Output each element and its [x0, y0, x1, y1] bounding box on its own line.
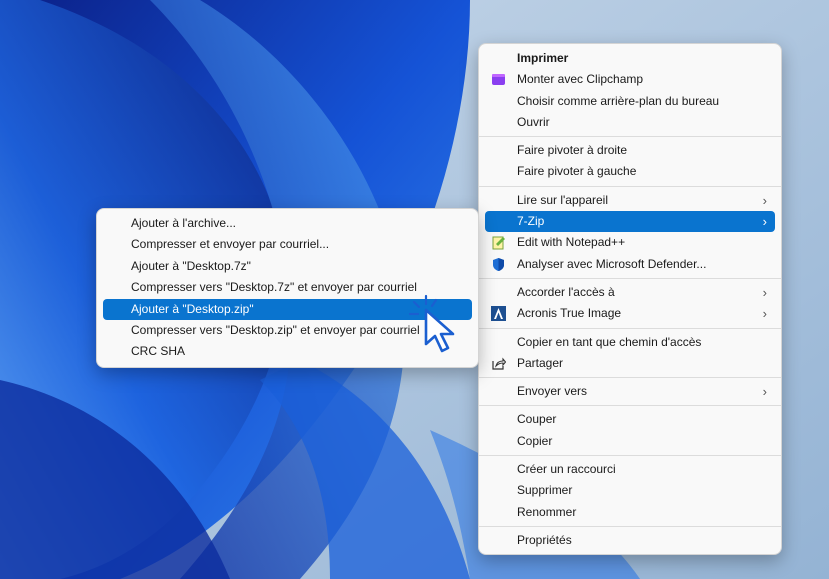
- menu-separator: [479, 405, 781, 407]
- menu-item-edit-with-notepad[interactable]: Edit with Notepad++: [485, 232, 775, 253]
- menu-item-label: Monter avec Clipchamp: [517, 72, 644, 87]
- chevron-right-icon: ›: [762, 284, 767, 300]
- menu-item-analyser-avec-microsoft-defender[interactable]: Analyser avec Microsoft Defender...: [485, 254, 775, 275]
- menu-item-label: Ajouter à l'archive...: [131, 216, 237, 230]
- menu-separator: [479, 185, 781, 187]
- context-menu: Imprimer Monter avec Clipchamp Choisir com…: [478, 43, 782, 555]
- menu-item-envoyer-vers[interactable]: Envoyer vers ›: [485, 381, 775, 402]
- menu-item-copier-en-tant-que-chemin-d-acces[interactable]: Copier en tant que chemin d'accès: [485, 332, 775, 353]
- menu-item-proprietes[interactable]: Propriétés: [485, 530, 775, 551]
- menu-item-choisir-comme-arriere-plan-du-bureau[interactable]: Choisir comme arrière-plan du bureau: [485, 91, 775, 112]
- menu-separator: [479, 277, 781, 279]
- menu-item-label: Propriétés: [517, 532, 572, 547]
- clipchamp-icon: [491, 72, 506, 87]
- menu-item-label: Ouvrir: [517, 114, 550, 129]
- menu-separator: [479, 327, 781, 329]
- menu-item-label: Créer un raccourci: [517, 462, 616, 477]
- menu-item-label: Faire pivoter à gauche: [517, 164, 637, 179]
- menu-item-accorder-l-acces-a[interactable]: Accorder l'accès à ›: [485, 282, 775, 303]
- menu-item-monter-avec-clipchamp[interactable]: Monter avec Clipchamp: [485, 69, 775, 90]
- menu-separator: [479, 136, 781, 138]
- menu-item-label: Supprimer: [517, 483, 573, 498]
- menu-item-label: Copier: [517, 433, 553, 448]
- menu-item-faire-pivoter-a-gauche[interactable]: Faire pivoter à gauche: [485, 161, 775, 182]
- chevron-right-icon: ›: [762, 306, 767, 322]
- menu-item-label: Copier en tant que chemin d'accès: [517, 334, 702, 349]
- notepad-plus-plus-icon: [491, 235, 506, 250]
- share-icon: [491, 356, 507, 371]
- menu-item-label: 7-Zip: [517, 214, 545, 229]
- menu-item-label: Ajouter à "Desktop.zip": [131, 301, 254, 316]
- menu-item-label: Compresser et envoyer par courriel...: [131, 237, 330, 252]
- menu-item-couper[interactable]: Couper: [485, 409, 775, 430]
- chevron-right-icon: ›: [762, 214, 767, 230]
- menu-item-lire-sur-l-appareil[interactable]: Lire sur l'appareil ›: [485, 190, 775, 211]
- chevron-right-icon: ›: [762, 384, 767, 400]
- menu-item-label: Compresser vers "Desktop.zip" et envoyer…: [131, 322, 420, 337]
- menu-item-label: Lire sur l'appareil: [517, 192, 609, 207]
- menu-item-label: Compresser vers "Desktop.7z" et envoyer …: [131, 280, 417, 295]
- menu-item-faire-pivoter-a-droite[interactable]: Faire pivoter à droite: [485, 140, 775, 161]
- menu-item-label: Acronis True Image: [517, 306, 622, 321]
- menu-item-label: Analyser avec Microsoft Defender...: [517, 256, 707, 271]
- menu-item-label: Partager: [517, 355, 564, 370]
- menu-item-7-zip[interactable]: 7-Zip ›: [485, 211, 775, 233]
- menu-separator: [479, 377, 781, 379]
- menu-item-label: Choisir comme arrière-plan du bureau: [517, 93, 720, 108]
- chevron-right-icon: ›: [762, 192, 767, 208]
- menu-item-partager[interactable]: Partager: [485, 353, 775, 374]
- menu-item-compresser-et-envoyer-par-courriel[interactable]: Compresser et envoyer par courriel...: [103, 234, 472, 255]
- menu-item-label: Edit with Notepad++: [517, 235, 626, 250]
- menu-separator: [479, 525, 781, 527]
- menu-item-label: Accorder l'accès à: [517, 284, 615, 299]
- menu-item-imprimer[interactable]: Imprimer: [485, 48, 775, 69]
- menu-item-ajouter-a-desktop-7z[interactable]: Ajouter à "Desktop.7z": [103, 256, 472, 277]
- menu-item-copier[interactable]: Copier: [485, 431, 775, 452]
- menu-item-label: Couper: [517, 412, 557, 427]
- menu-item-label: Ajouter à "Desktop.7z": [131, 258, 251, 273]
- menu-item-renommer[interactable]: Renommer: [485, 502, 775, 523]
- acronis-icon: [491, 306, 506, 322]
- mouse-pointer-icon: [408, 294, 455, 353]
- menu-item-label: Imprimer: [517, 51, 569, 65]
- menu-item-label: CRC SHA: [131, 344, 186, 359]
- menu-item-label: Envoyer vers: [517, 384, 588, 399]
- menu-item-ajouter-a-l-archive[interactable]: Ajouter à l'archive...: [103, 213, 472, 234]
- menu-item-acronis-true-image[interactable]: Acronis True Image ›: [485, 303, 775, 324]
- menu-item-label: Faire pivoter à droite: [517, 143, 628, 158]
- menu-separator: [479, 455, 781, 457]
- menu-item-supprimer[interactable]: Supprimer: [485, 480, 775, 501]
- menu-item-label: Renommer: [517, 504, 577, 519]
- menu-item-creer-un-raccourci[interactable]: Créer un raccourci: [485, 459, 775, 480]
- defender-shield-icon: [491, 257, 506, 272]
- menu-item-ouvrir[interactable]: Ouvrir: [485, 112, 775, 133]
